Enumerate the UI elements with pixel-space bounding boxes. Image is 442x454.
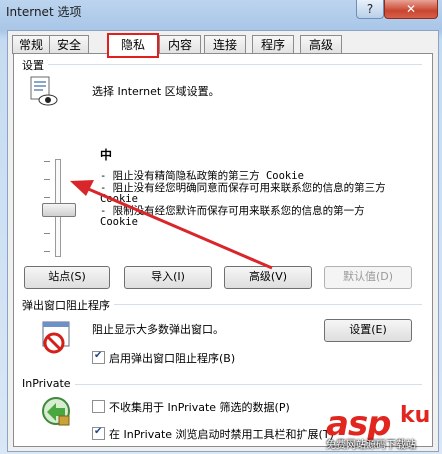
internet-options-window: Internet 选项 ? ✕ 常规 安全 隐私 内容 连接 程序 高级 设置 <box>0 0 442 454</box>
watermark-logo-ku: ku <box>400 403 431 428</box>
annotation-arrow <box>70 180 273 270</box>
tab-privacy[interactable]: 隐私 <box>107 33 159 58</box>
watermark-caption: 免费网站源码下载站 <box>326 440 416 451</box>
